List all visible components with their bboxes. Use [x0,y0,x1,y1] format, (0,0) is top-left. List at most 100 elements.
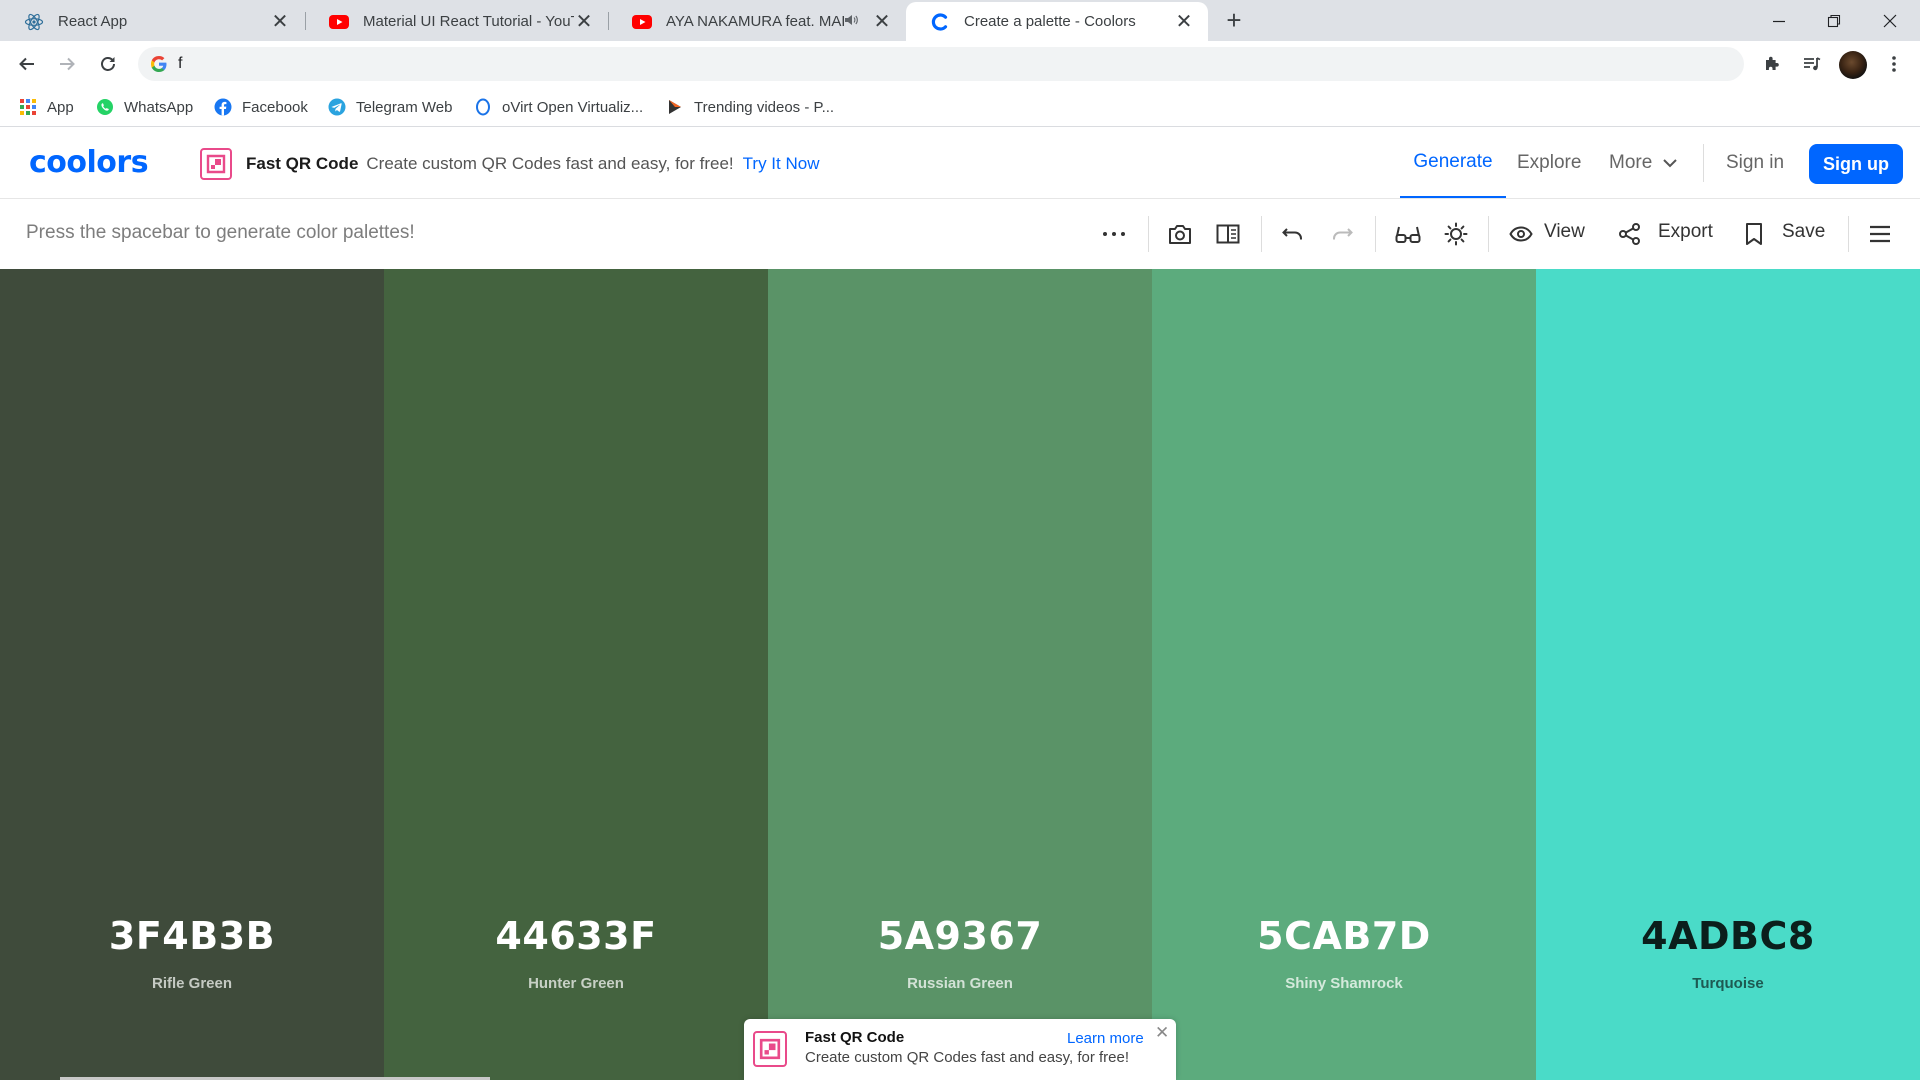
side-panel-icon[interactable] [1215,221,1241,247]
swatch-color-name: Russian Green [907,975,1013,992]
bookmark-trending-videos[interactable]: Trending videos - P... [666,95,834,119]
bookmark-telegram[interactable]: Telegram Web [328,95,452,119]
close-tab-icon[interactable]: ✕ [872,12,892,32]
more-options-icon[interactable] [1101,221,1127,247]
promo-description: Create custom QR Codes fast and easy, fo… [366,154,734,173]
swatch-hex-code[interactable]: 4ADBC8 [1536,914,1920,958]
bookmark-label: WhatsApp [124,98,194,116]
bookmark-label: Trending videos - P... [694,98,835,116]
promo-banner: Fast QR Code Create custom QR Codes fast … [246,154,819,174]
tab-title: Create a palette - Coolors [964,13,1136,30]
bookmark-ovirt[interactable]: oVirt Open Virtualiz... [474,95,643,119]
nav-generate[interactable]: Generate [1400,128,1506,198]
browser-tab-coolors[interactable]: Create a palette - Coolors ✕ [906,2,1208,41]
google-icon [150,55,168,73]
swatch-hex-code[interactable]: 3F4B3B [0,914,384,958]
qr-code-icon[interactable] [200,148,232,180]
share-icon[interactable] [1617,221,1643,247]
glasses-icon[interactable] [1395,221,1421,247]
save-button[interactable]: Save [1782,221,1825,243]
coolors-logo[interactable]: coolors [29,145,149,180]
swatch-color-name: Hunter Green [528,975,624,992]
bookmark-label: App [47,98,74,116]
tab-title: React App [58,13,128,30]
profile-avatar[interactable] [1839,51,1867,79]
facebook-icon [214,98,232,116]
swatch-hex-code[interactable]: 44633F [384,914,768,958]
restore-window-icon[interactable] [1806,0,1862,41]
bookmark-label: Facebook [242,98,308,116]
close-window-icon[interactable] [1862,0,1918,41]
color-swatch[interactable]: 5CAB7D Shiny Shamrock [1152,269,1536,1080]
whatsapp-icon [96,98,114,116]
speaker-icon[interactable] [844,14,864,29]
ad-learn-more-link[interactable]: Learn more [1067,1030,1144,1047]
color-swatch[interactable]: 5A9367 Russian Green [768,269,1152,1080]
browser-toolbar: f [0,41,1920,87]
sign-up-button[interactable]: Sign up [1809,144,1903,184]
reload-icon[interactable] [93,49,123,79]
promo-link[interactable]: Try It Now [743,154,820,173]
back-arrow-icon[interactable] [12,49,42,79]
browser-tab-react-app[interactable]: React App ✕ [0,2,304,41]
telegram-icon [328,98,346,116]
swatch-hex-code[interactable]: 5CAB7D [1152,914,1536,958]
close-tab-icon[interactable]: ✕ [270,12,290,32]
youtube-icon [632,12,652,32]
close-tab-icon[interactable]: ✕ [1174,12,1194,32]
bookmark-icon[interactable] [1741,221,1767,247]
export-button[interactable]: Export [1658,221,1713,243]
hamburger-menu-icon[interactable] [1867,221,1893,247]
eye-icon[interactable] [1508,221,1534,247]
bookmark-whatsapp[interactable]: WhatsApp [96,95,193,119]
qr-code-ad: Fast QR Code Create custom QR Codes fast… [744,1019,1176,1080]
address-bar[interactable]: f [138,47,1744,81]
bookmark-label: oVirt Open Virtualiz... [502,98,644,116]
close-tab-icon[interactable]: ✕ [574,12,594,32]
sun-icon[interactable] [1443,221,1469,247]
bookmark-facebook[interactable]: Facebook [214,95,308,119]
undo-icon[interactable] [1280,221,1306,247]
bookmark-label: Telegram Web [356,98,453,116]
color-palette: 3F4B3B Rifle Green 44633F Hunter Green 5… [0,269,1920,1080]
close-icon[interactable]: ✕ [1155,1023,1169,1043]
forward-arrow-icon[interactable] [52,49,82,79]
sign-in-link[interactable]: Sign in [1726,128,1784,198]
generator-hint: Press the spacebar to generate color pal… [26,222,415,243]
qr-code-icon[interactable] [753,1031,787,1067]
extensions-puzzle-icon[interactable] [1757,49,1787,79]
tab-title: Material UI React Tutorial - YouTube [363,13,574,30]
browser-tab-material-ui[interactable]: Material UI React Tutorial - YouTube ✕ [305,2,608,41]
address-text: f [178,55,183,72]
swatch-color-name: Turquoise [1692,975,1764,992]
browser-menu-icon[interactable] [1879,49,1909,79]
minimize-window-icon[interactable] [1751,0,1807,41]
bookmark-apps[interactable]: App [19,95,74,119]
toolbar-divider [1261,216,1262,252]
chevron-down-icon [1662,158,1678,168]
promo-title: Fast QR Code [246,154,359,173]
toolbar-divider [1488,216,1489,252]
new-tab-button[interactable]: + [1220,6,1248,34]
swatch-hex-code[interactable]: 5A9367 [768,914,1152,958]
ad-title: Fast QR Code [805,1029,905,1046]
color-swatch[interactable]: 4ADBC8 Turquoise [1536,269,1920,1080]
camera-icon[interactable] [1167,221,1193,247]
swatch-color-name: Shiny Shamrock [1285,975,1403,992]
ovirt-icon [474,98,492,116]
media-control-icon[interactable] [1797,49,1827,79]
bookmarks-bar: App WhatsApp Facebook Telegram Web oVirt… [0,87,1920,127]
color-swatch[interactable]: 3F4B3B Rifle Green [0,269,384,1080]
redo-icon[interactable] [1329,221,1355,247]
browser-tab-aya-nakamura[interactable]: AYA NAKAMURA feat. MALUMA ✕ [608,2,906,41]
coolors-icon [930,12,950,32]
nav-more[interactable]: More [1609,128,1678,198]
toolbar-divider [1148,216,1149,252]
apps-grid-icon [19,98,37,116]
site-header: coolors Fast QR Code Create custom QR Cod… [0,128,1920,199]
view-button[interactable]: View [1544,221,1585,243]
generator-toolbar: Press the spacebar to generate color pal… [0,199,1920,269]
toolbar-divider [1848,216,1849,252]
color-swatch[interactable]: 44633F Hunter Green [384,269,768,1080]
nav-explore[interactable]: Explore [1517,128,1581,198]
